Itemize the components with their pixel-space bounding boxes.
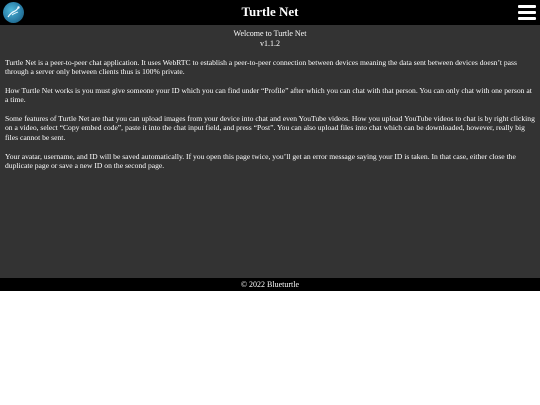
how-it-works-paragraph: How Turtle Net works is you must give so… <box>5 86 532 105</box>
autosave-paragraph: Your avatar, username, and ID will be sa… <box>5 151 516 170</box>
footer: © 2022 Blueturtle <box>0 278 540 291</box>
about-content: Welcome to Turtle Net v1.1.2 Turtle Net … <box>0 25 540 278</box>
app-title: Turtle Net <box>241 4 299 19</box>
copyright-text: © 2022 Blueturtle <box>240 280 300 289</box>
intro-paragraph: Turtle Net is a peer-to-peer chat applic… <box>5 58 517 77</box>
welcome-heading: Welcome to Turtle Net <box>233 29 307 38</box>
features-paragraph: Some features of Turtle Net are that you… <box>5 114 535 142</box>
top-bar: Turtle Net <box>0 0 540 25</box>
version-label: v1.1.2 <box>260 39 280 48</box>
hamburger-menu-icon[interactable] <box>518 5 536 20</box>
